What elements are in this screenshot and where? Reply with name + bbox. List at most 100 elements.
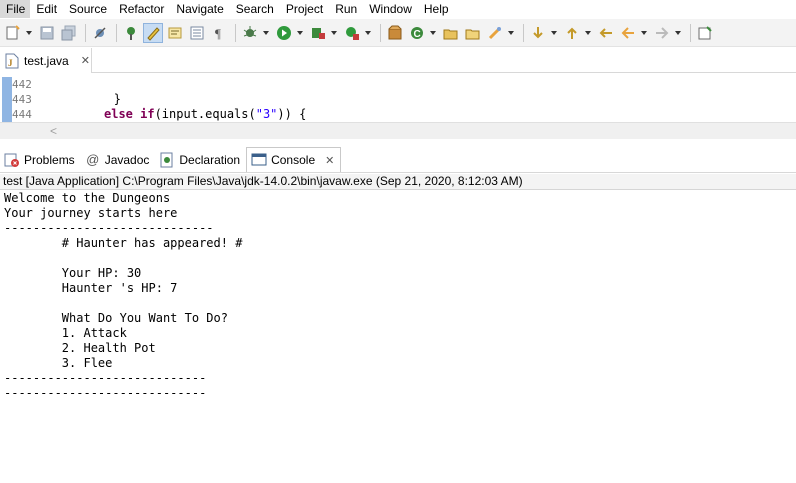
tab-javadoc-label: Javadoc [104,152,150,167]
editor-tab-bar: J test.java ✕ [0,48,796,73]
console-line: 3. Flee [4,356,113,370]
code-text: else if(input.equals("3")) { [104,107,306,122]
code-line: 442 [0,77,796,92]
console-line: What Do You Want To Do? [4,311,228,325]
toolbar-separator [116,23,117,42]
menu-window[interactable]: Window [363,0,418,18]
open-folder-icon[interactable] [463,23,483,43]
close-icon[interactable]: ✕ [325,154,334,167]
console-line: 2. Health Pot [4,341,156,355]
new-java-class-icon[interactable]: C [407,23,427,43]
console-icon [251,152,267,168]
open-task-icon[interactable] [165,23,185,43]
coverage-icon[interactable] [308,23,328,43]
search-icon[interactable] [485,23,505,43]
open-element-icon[interactable] [187,23,207,43]
previous-annotation-dropdown[interactable] [584,23,592,43]
menu-edit[interactable]: Edit [30,0,63,18]
code-plain: )) { [277,107,307,121]
forward-icon[interactable] [652,23,672,43]
console-line: Haunter 's HP: 7 [4,281,178,295]
debug-icon[interactable] [121,23,141,43]
toolbar-separator [85,23,86,42]
run-dropdown[interactable] [296,23,304,43]
menu-search[interactable]: Search [230,0,280,18]
coverage-dropdown[interactable] [330,23,338,43]
menu-run[interactable]: Run [329,0,363,18]
editor-tab-label: test.java [24,53,69,68]
toolbar-separator [235,23,236,42]
back-dropdown[interactable] [640,23,648,43]
tab-console[interactable]: Console ✕ [246,147,342,172]
code-plain: (input.equals( [154,107,256,121]
code-keyword: else if [104,107,155,121]
back-icon[interactable] [618,23,638,43]
external-tools-icon[interactable] [342,23,362,43]
tab-console-label: Console [271,153,316,167]
javadoc-icon: @ [86,152,100,167]
line-number: 443 [12,93,32,106]
next-annotation-dropdown[interactable] [550,23,558,43]
code-string: "3" [255,107,278,121]
svg-text:¶: ¶ [215,26,221,41]
next-annotation-icon[interactable] [528,23,548,43]
change-marker [2,77,12,92]
show-whitespace-icon[interactable]: ¶ [209,23,229,43]
toolbar-separator [690,23,691,42]
new-icon[interactable] [3,23,23,43]
console-line: ---------------------------- [4,386,207,400]
save-all-icon[interactable] [59,23,79,43]
line-number: 444 [12,108,32,121]
new-java-package-icon[interactable] [385,23,405,43]
open-type-icon[interactable] [441,23,461,43]
code-line: 444 else if(input.equals("3")) { [0,107,796,122]
new-dropdown[interactable] [25,23,33,43]
run-icon[interactable] [274,23,294,43]
save-icon[interactable] [37,23,57,43]
mark-occurrences-icon[interactable] [143,22,163,43]
view-tab-bar: Problems @ Javadoc Declaration Console ✕ [0,147,796,173]
svg-text:C: C [414,29,421,40]
external-tools-dropdown[interactable] [364,23,372,43]
console-line: Your journey starts here [4,206,178,220]
editor-horizontal-scrollbar[interactable]: < [0,122,796,139]
close-icon[interactable]: ✕ [81,54,90,67]
menu-bar: File Edit Source Refactor Navigate Searc… [0,0,796,18]
debug-dropdown[interactable] [262,23,270,43]
console-line: Your HP: 30 [4,266,142,280]
java-file-icon: J [5,53,19,69]
declaration-icon [159,152,175,168]
skip-breakpoints-icon[interactable] [90,23,110,43]
tab-problems[interactable]: Problems [0,148,81,172]
previous-annotation-icon[interactable] [562,23,582,43]
menu-navigate[interactable]: Navigate [170,0,229,18]
last-edit-icon[interactable] [596,23,616,43]
menu-source[interactable]: Source [63,0,113,18]
console-process-label: test [Java Application] C:\Program Files… [0,174,796,190]
scroll-left-icon[interactable]: < [50,124,57,138]
menu-help[interactable]: Help [418,0,455,18]
change-marker [2,92,12,107]
search-dropdown[interactable] [507,23,515,43]
console-line: ---------------------------- [4,371,207,385]
menu-file[interactable]: File [0,0,31,18]
console-line: # Haunter has appeared! # [4,236,243,250]
console-output[interactable]: Welcome to the Dungeons Your journey sta… [0,191,796,483]
tab-declaration[interactable]: Declaration [155,148,246,172]
menu-project[interactable]: Project [280,0,329,18]
forward-dropdown[interactable] [674,23,682,43]
code-line: 443 } [0,92,796,107]
pin-editor-icon[interactable] [695,23,715,43]
new-class-dropdown[interactable] [429,23,437,43]
debug-run-icon[interactable] [240,23,260,43]
code-editor[interactable]: 442 443 } 444 else if(input.equals("3"))… [0,74,796,122]
svg-text:J: J [8,58,13,68]
line-number: 442 [12,78,32,91]
menu-refactor[interactable]: Refactor [113,0,170,18]
tab-declaration-label: Declaration [179,152,241,167]
problems-icon [4,152,20,168]
toolbar-separator [380,23,381,42]
tab-javadoc[interactable]: @ Javadoc [81,148,156,172]
editor-tab-test-java[interactable]: J test.java ✕ [0,48,92,73]
toolbar: ¶ C [0,19,796,47]
